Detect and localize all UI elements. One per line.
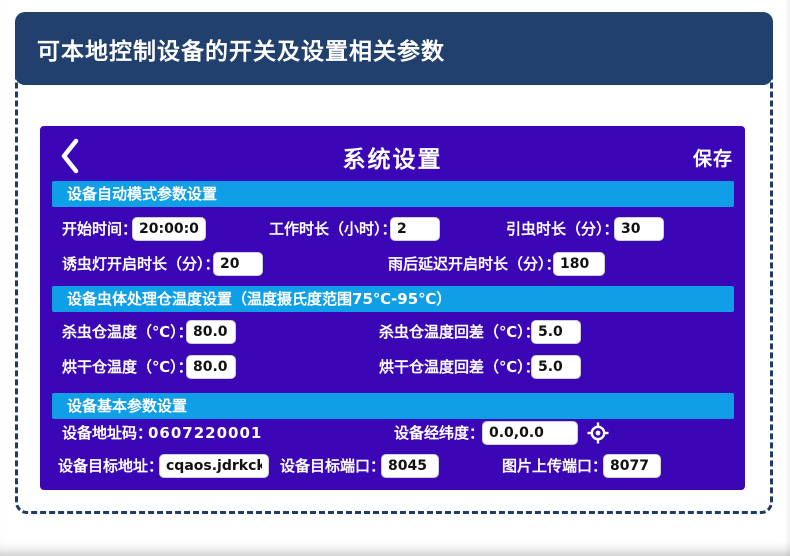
auto-mode-row-1: 开始时间： 工作时长（小时）： 引虫时长（分）： (40, 217, 745, 241)
page-banner: 可本地控制设备的开关及设置相关参数 (15, 12, 773, 85)
work-hours-input[interactable] (390, 217, 440, 241)
section-header-basic-params: 设备基本参数设置 (52, 393, 734, 419)
target-address-label: 设备目标地址： (58, 454, 163, 478)
temperature-row-2: 烘干仓温度（℃）： 烘干仓温度回差（℃）： (40, 355, 745, 379)
section-header-auto-mode: 设备自动模式参数设置 (52, 181, 734, 207)
kill-temp-input[interactable] (186, 320, 236, 344)
page: 可本地控制设备的开关及设置相关参数 系统设置 保存 设备自动模式参数设置 开始时… (0, 0, 790, 556)
basic-params-row-2: 设备目标地址： 设备目标端口： 图片上传端口： (40, 454, 745, 478)
attract-minutes-label: 引虫时长（分）： (506, 217, 619, 241)
auto-mode-row-2: 诱虫灯开启时长（分）： 雨后延迟开启时长（分）： (40, 252, 745, 276)
kill-temp-hysteresis-input[interactable] (531, 320, 581, 344)
lamp-on-minutes-label: 诱虫灯开启时长（分）： (62, 252, 220, 276)
section-header-temperature: 设备虫体处理仓温度设置（温度摄氏度范围75℃-95℃） (52, 286, 734, 312)
dry-temp-label: 烘干仓温度（℃）： (62, 355, 193, 379)
target-port-label: 设备目标端口： (280, 454, 385, 478)
attract-minutes-input[interactable] (614, 217, 664, 241)
rain-delay-minutes-label: 雨后延迟开启时长（分）： (388, 252, 561, 276)
start-time-input[interactable] (132, 217, 206, 241)
locate-button[interactable] (586, 421, 610, 445)
kill-temp-hysteresis-label: 杀虫仓温度回差（℃）： (379, 320, 540, 344)
image-upload-port-input[interactable] (603, 454, 661, 478)
dry-temp-hysteresis-input[interactable] (531, 355, 581, 379)
start-time-label: 开始时间： (62, 217, 137, 241)
rain-delay-minutes-input[interactable] (553, 252, 605, 276)
dry-temp-hysteresis-label: 烘干仓温度回差（℃）： (379, 355, 540, 379)
lamp-on-minutes-input[interactable] (213, 252, 263, 276)
target-address-input[interactable] (159, 454, 269, 478)
banner-text: 可本地控制设备的开关及设置相关参数 (37, 32, 445, 66)
device-address-code-value: 0607220001 (148, 421, 262, 445)
device-coordinates-label: 设备经纬度： (394, 421, 484, 445)
image-upload-port-label: 图片上传端口： (502, 454, 607, 478)
work-hours-label: 工作时长（小时）： (269, 217, 397, 241)
page-title: 系统设置 (40, 140, 745, 174)
settings-panel: 系统设置 保存 设备自动模式参数设置 开始时间： 工作时长（小时）： 引虫时长（… (40, 126, 745, 490)
kill-temp-label: 杀虫仓温度（℃）： (62, 320, 193, 344)
temperature-row-1: 杀虫仓温度（℃）： 杀虫仓温度回差（℃）： (40, 320, 745, 344)
dry-temp-input[interactable] (186, 355, 236, 379)
basic-params-row-1: 设备地址码： 0607220001 设备经纬度： (40, 421, 745, 445)
device-address-code-label: 设备地址码： (62, 421, 152, 445)
device-coordinates-input[interactable] (482, 421, 578, 445)
target-port-input[interactable] (381, 454, 439, 478)
crosshair-locate-icon (587, 422, 609, 444)
save-button[interactable]: 保存 (693, 144, 733, 171)
